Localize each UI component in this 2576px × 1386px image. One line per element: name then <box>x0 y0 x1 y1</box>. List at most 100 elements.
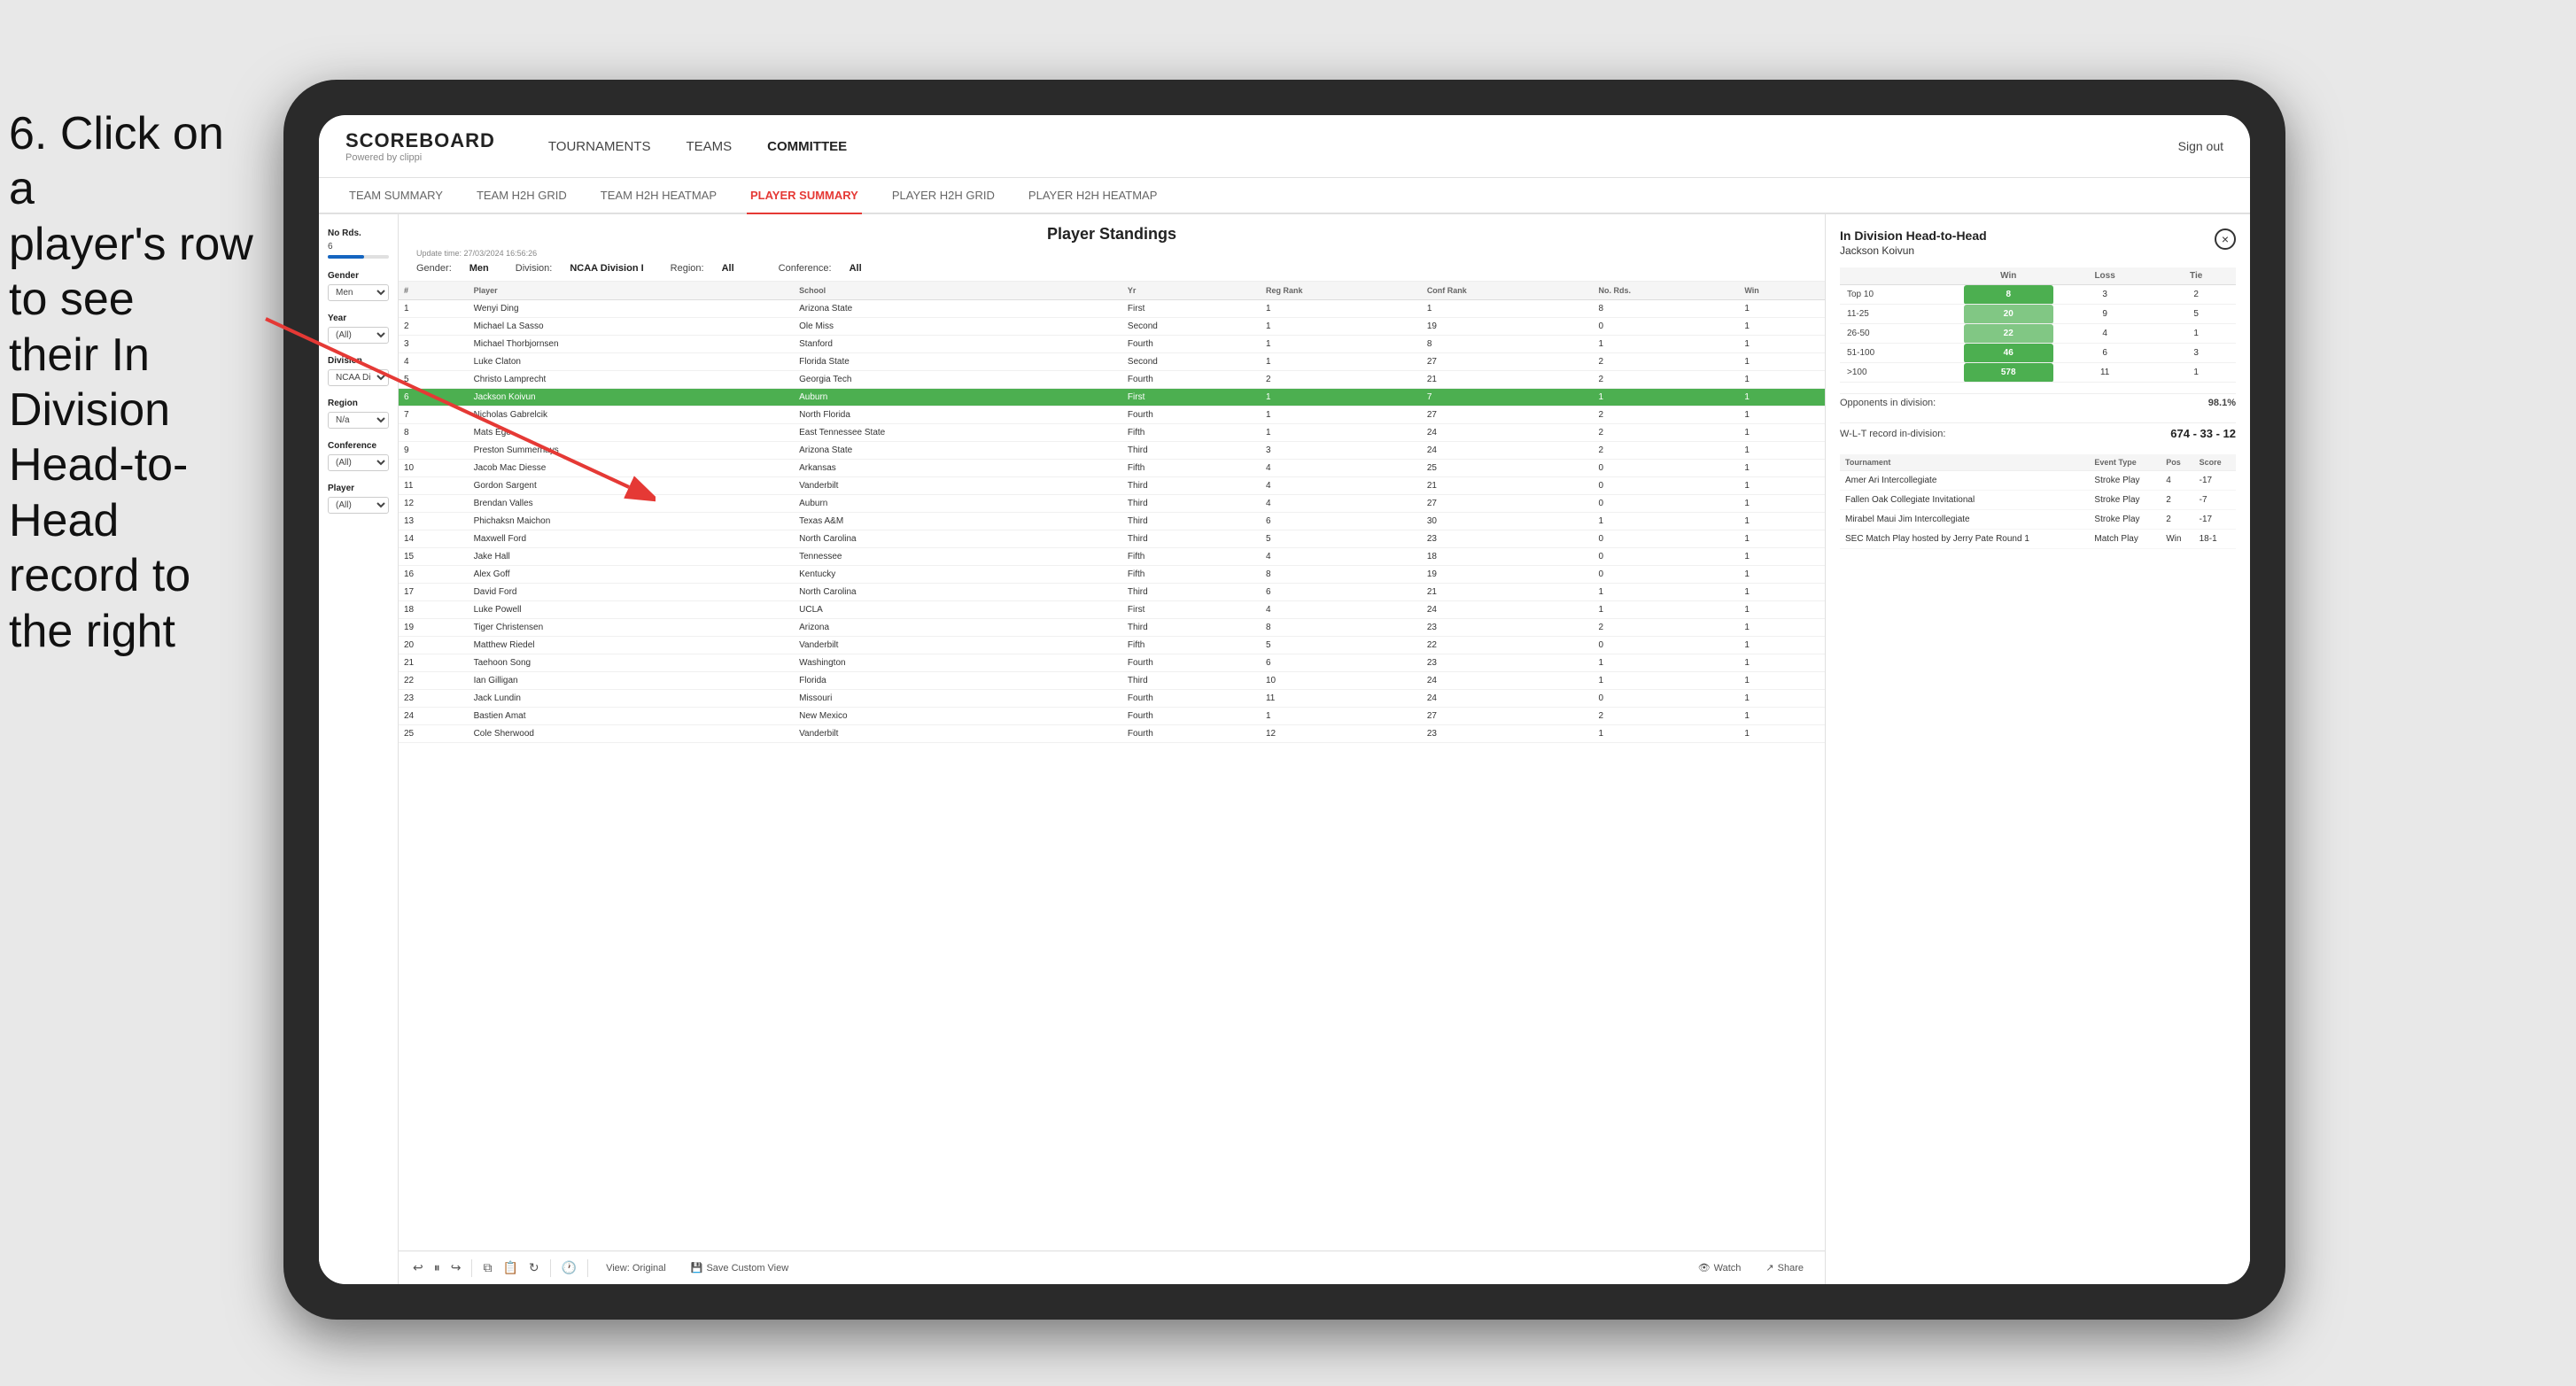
table-row[interactable]: 18 Luke Powell UCLA First 4 24 1 1 <box>399 601 1825 619</box>
filter-division-select[interactable]: NCAA Division I <box>328 369 389 386</box>
row-player: Luke Claton <box>469 353 795 371</box>
share-btn[interactable]: ↗ Share <box>1758 1258 1811 1277</box>
undo-icon[interactable]: ↩ <box>413 1260 423 1275</box>
table-row[interactable]: 8 Mats Ege East Tennessee State Fifth 1 … <box>399 424 1825 442</box>
h2h-col-tie: Tie <box>2156 267 2236 285</box>
row-rds: 2 <box>1594 442 1740 460</box>
table-row[interactable]: 24 Bastien Amat New Mexico Fourth 1 27 2… <box>399 708 1825 725</box>
table-row[interactable]: 14 Maxwell Ford North Carolina Third 5 2… <box>399 530 1825 548</box>
tourney-col-name: Tournament <box>1840 454 2089 471</box>
subnav-player-h2h-grid[interactable]: PLAYER H2H GRID <box>888 178 998 214</box>
row-school: Auburn <box>794 495 1122 513</box>
nav-committee[interactable]: COMMITTEE <box>767 136 847 158</box>
h2h-close-button[interactable]: × <box>2215 228 2236 250</box>
row-player: Wenyi Ding <box>469 300 795 318</box>
sign-out-link[interactable]: Sign out <box>2178 139 2223 153</box>
h2h-win: 22 <box>1964 324 2053 344</box>
row-school: Arkansas <box>794 460 1122 477</box>
filter-gender-label: Gender <box>328 271 389 281</box>
col-conf-rank: Conf Rank <box>1422 282 1594 300</box>
nav-tournaments[interactable]: TOURNAMENTS <box>548 136 651 158</box>
row-school: Missouri <box>794 690 1122 708</box>
table-row[interactable]: 1 Wenyi Ding Arizona State First 1 1 8 1 <box>399 300 1825 318</box>
row-conf: 27 <box>1422 495 1594 513</box>
subnav-team-summary[interactable]: TEAM SUMMARY <box>345 178 446 214</box>
h2h-win: 578 <box>1964 363 2053 383</box>
row-yr: Fifth <box>1122 424 1261 442</box>
refresh-icon[interactable]: ↻ <box>529 1260 539 1275</box>
row-num: 12 <box>399 495 469 513</box>
row-win: 1 <box>1739 424 1825 442</box>
filter-player-select[interactable]: (All) <box>328 497 389 514</box>
row-num: 9 <box>399 442 469 460</box>
save-custom-btn[interactable]: 💾 Save Custom View <box>684 1258 795 1277</box>
tourney-type: Match Play <box>2089 530 2161 549</box>
table-row[interactable]: 12 Brendan Valles Auburn Third 4 27 0 1 <box>399 495 1825 513</box>
redo-icon[interactable]: ↪ <box>451 1260 462 1275</box>
h2h-panel: In Division Head-to-Head Jackson Koivun … <box>1825 214 2250 1284</box>
table-row[interactable]: 22 Ian Gilligan Florida Third 10 24 1 1 <box>399 672 1825 690</box>
row-win: 1 <box>1739 530 1825 548</box>
row-school: Auburn <box>794 389 1122 407</box>
row-win: 1 <box>1739 654 1825 672</box>
row-num: 23 <box>399 690 469 708</box>
h2h-loss: 3 <box>2053 285 2156 305</box>
table-row[interactable]: 25 Cole Sherwood Vanderbilt Fourth 12 23… <box>399 725 1825 743</box>
table-row[interactable]: 15 Jake Hall Tennessee Fifth 4 18 0 1 <box>399 548 1825 566</box>
clock-icon[interactable]: 🕐 <box>562 1260 577 1275</box>
row-player: Nicholas Gabrelcik <box>469 407 795 424</box>
table-row[interactable]: 7 Nicholas Gabrelcik North Florida Fourt… <box>399 407 1825 424</box>
subnav-player-h2h-heatmap[interactable]: PLAYER H2H HEATMAP <box>1025 178 1160 214</box>
row-rds: 2 <box>1594 619 1740 637</box>
pause-icon[interactable]: ⏸ <box>434 1260 440 1275</box>
row-win: 1 <box>1739 407 1825 424</box>
table-row[interactable]: 19 Tiger Christensen Arizona Third 8 23 … <box>399 619 1825 637</box>
row-reg: 8 <box>1261 619 1422 637</box>
table-row[interactable]: 23 Jack Lundin Missouri Fourth 11 24 0 1 <box>399 690 1825 708</box>
filter-year-select[interactable]: (All) <box>328 327 389 344</box>
row-conf: 24 <box>1422 690 1594 708</box>
view-original-btn[interactable]: View: Original <box>599 1259 673 1277</box>
table-row[interactable]: 3 Michael Thorbjornsen Stanford Fourth 1… <box>399 336 1825 353</box>
table-row[interactable]: 21 Taehoon Song Washington Fourth 6 23 1… <box>399 654 1825 672</box>
table-row[interactable]: 4 Luke Claton Florida State Second 1 27 … <box>399 353 1825 371</box>
col-school: School <box>794 282 1122 300</box>
tourney-name: Mirabel Maui Jim Intercollegiate <box>1840 510 2089 530</box>
filter-region-select[interactable]: N/a <box>328 412 389 429</box>
copy-icon[interactable]: ⧉ <box>483 1260 492 1275</box>
nav-teams[interactable]: TEAMS <box>686 136 732 158</box>
subnav-player-summary[interactable]: PLAYER SUMMARY <box>747 178 862 214</box>
table-row[interactable]: 11 Gordon Sargent Vanderbilt Third 4 21 … <box>399 477 1825 495</box>
subnav-team-h2h-heatmap[interactable]: TEAM H2H HEATMAP <box>597 178 720 214</box>
logo-area: SCOREBOARD Powered by clippi <box>345 129 495 163</box>
tourney-type: Stroke Play <box>2089 510 2161 530</box>
row-win: 1 <box>1739 619 1825 637</box>
row-player: Jacob Mac Diesse <box>469 460 795 477</box>
row-player: Alex Goff <box>469 566 795 584</box>
h2h-col-win: Win <box>1964 267 2053 285</box>
table-row[interactable]: 16 Alex Goff Kentucky Fifth 8 19 0 1 <box>399 566 1825 584</box>
subnav-team-h2h-grid[interactable]: TEAM H2H GRID <box>473 178 570 214</box>
table-row[interactable]: 9 Preston Summerhays Arizona State Third… <box>399 442 1825 460</box>
toolbar-divider-3 <box>587 1259 588 1277</box>
filter-conference-select[interactable]: (All) <box>328 454 389 471</box>
save-icon: 💾 <box>691 1262 703 1274</box>
row-win: 1 <box>1739 708 1825 725</box>
row-school: Arizona State <box>794 300 1122 318</box>
table-row[interactable]: 17 David Ford North Carolina Third 6 21 … <box>399 584 1825 601</box>
table-row[interactable]: 20 Matthew Riedel Vanderbilt Fifth 5 22 … <box>399 637 1825 654</box>
table-row[interactable]: 5 Christo Lamprecht Georgia Tech Fourth … <box>399 371 1825 389</box>
row-school: Florida State <box>794 353 1122 371</box>
h2h-label: 11-25 <box>1840 305 1964 324</box>
table-row[interactable]: 6 Jackson Koivun Auburn First 1 7 1 1 <box>399 389 1825 407</box>
table-row[interactable]: 13 Phichaksn Maichon Texas A&M Third 6 3… <box>399 513 1825 530</box>
filter-slider[interactable] <box>328 255 389 259</box>
table-row[interactable]: 10 Jacob Mac Diesse Arkansas Fifth 4 25 … <box>399 460 1825 477</box>
row-school: Florida <box>794 672 1122 690</box>
table-row[interactable]: 2 Michael La Sasso Ole Miss Second 1 19 … <box>399 318 1825 336</box>
division-filter-val: NCAA Division I <box>570 263 643 274</box>
watch-btn[interactable]: 👁 Watch <box>1691 1258 1749 1277</box>
toolbar-divider-2 <box>550 1259 551 1277</box>
paste-icon[interactable]: 📋 <box>502 1260 517 1275</box>
filter-gender-select[interactable]: Men <box>328 284 389 301</box>
